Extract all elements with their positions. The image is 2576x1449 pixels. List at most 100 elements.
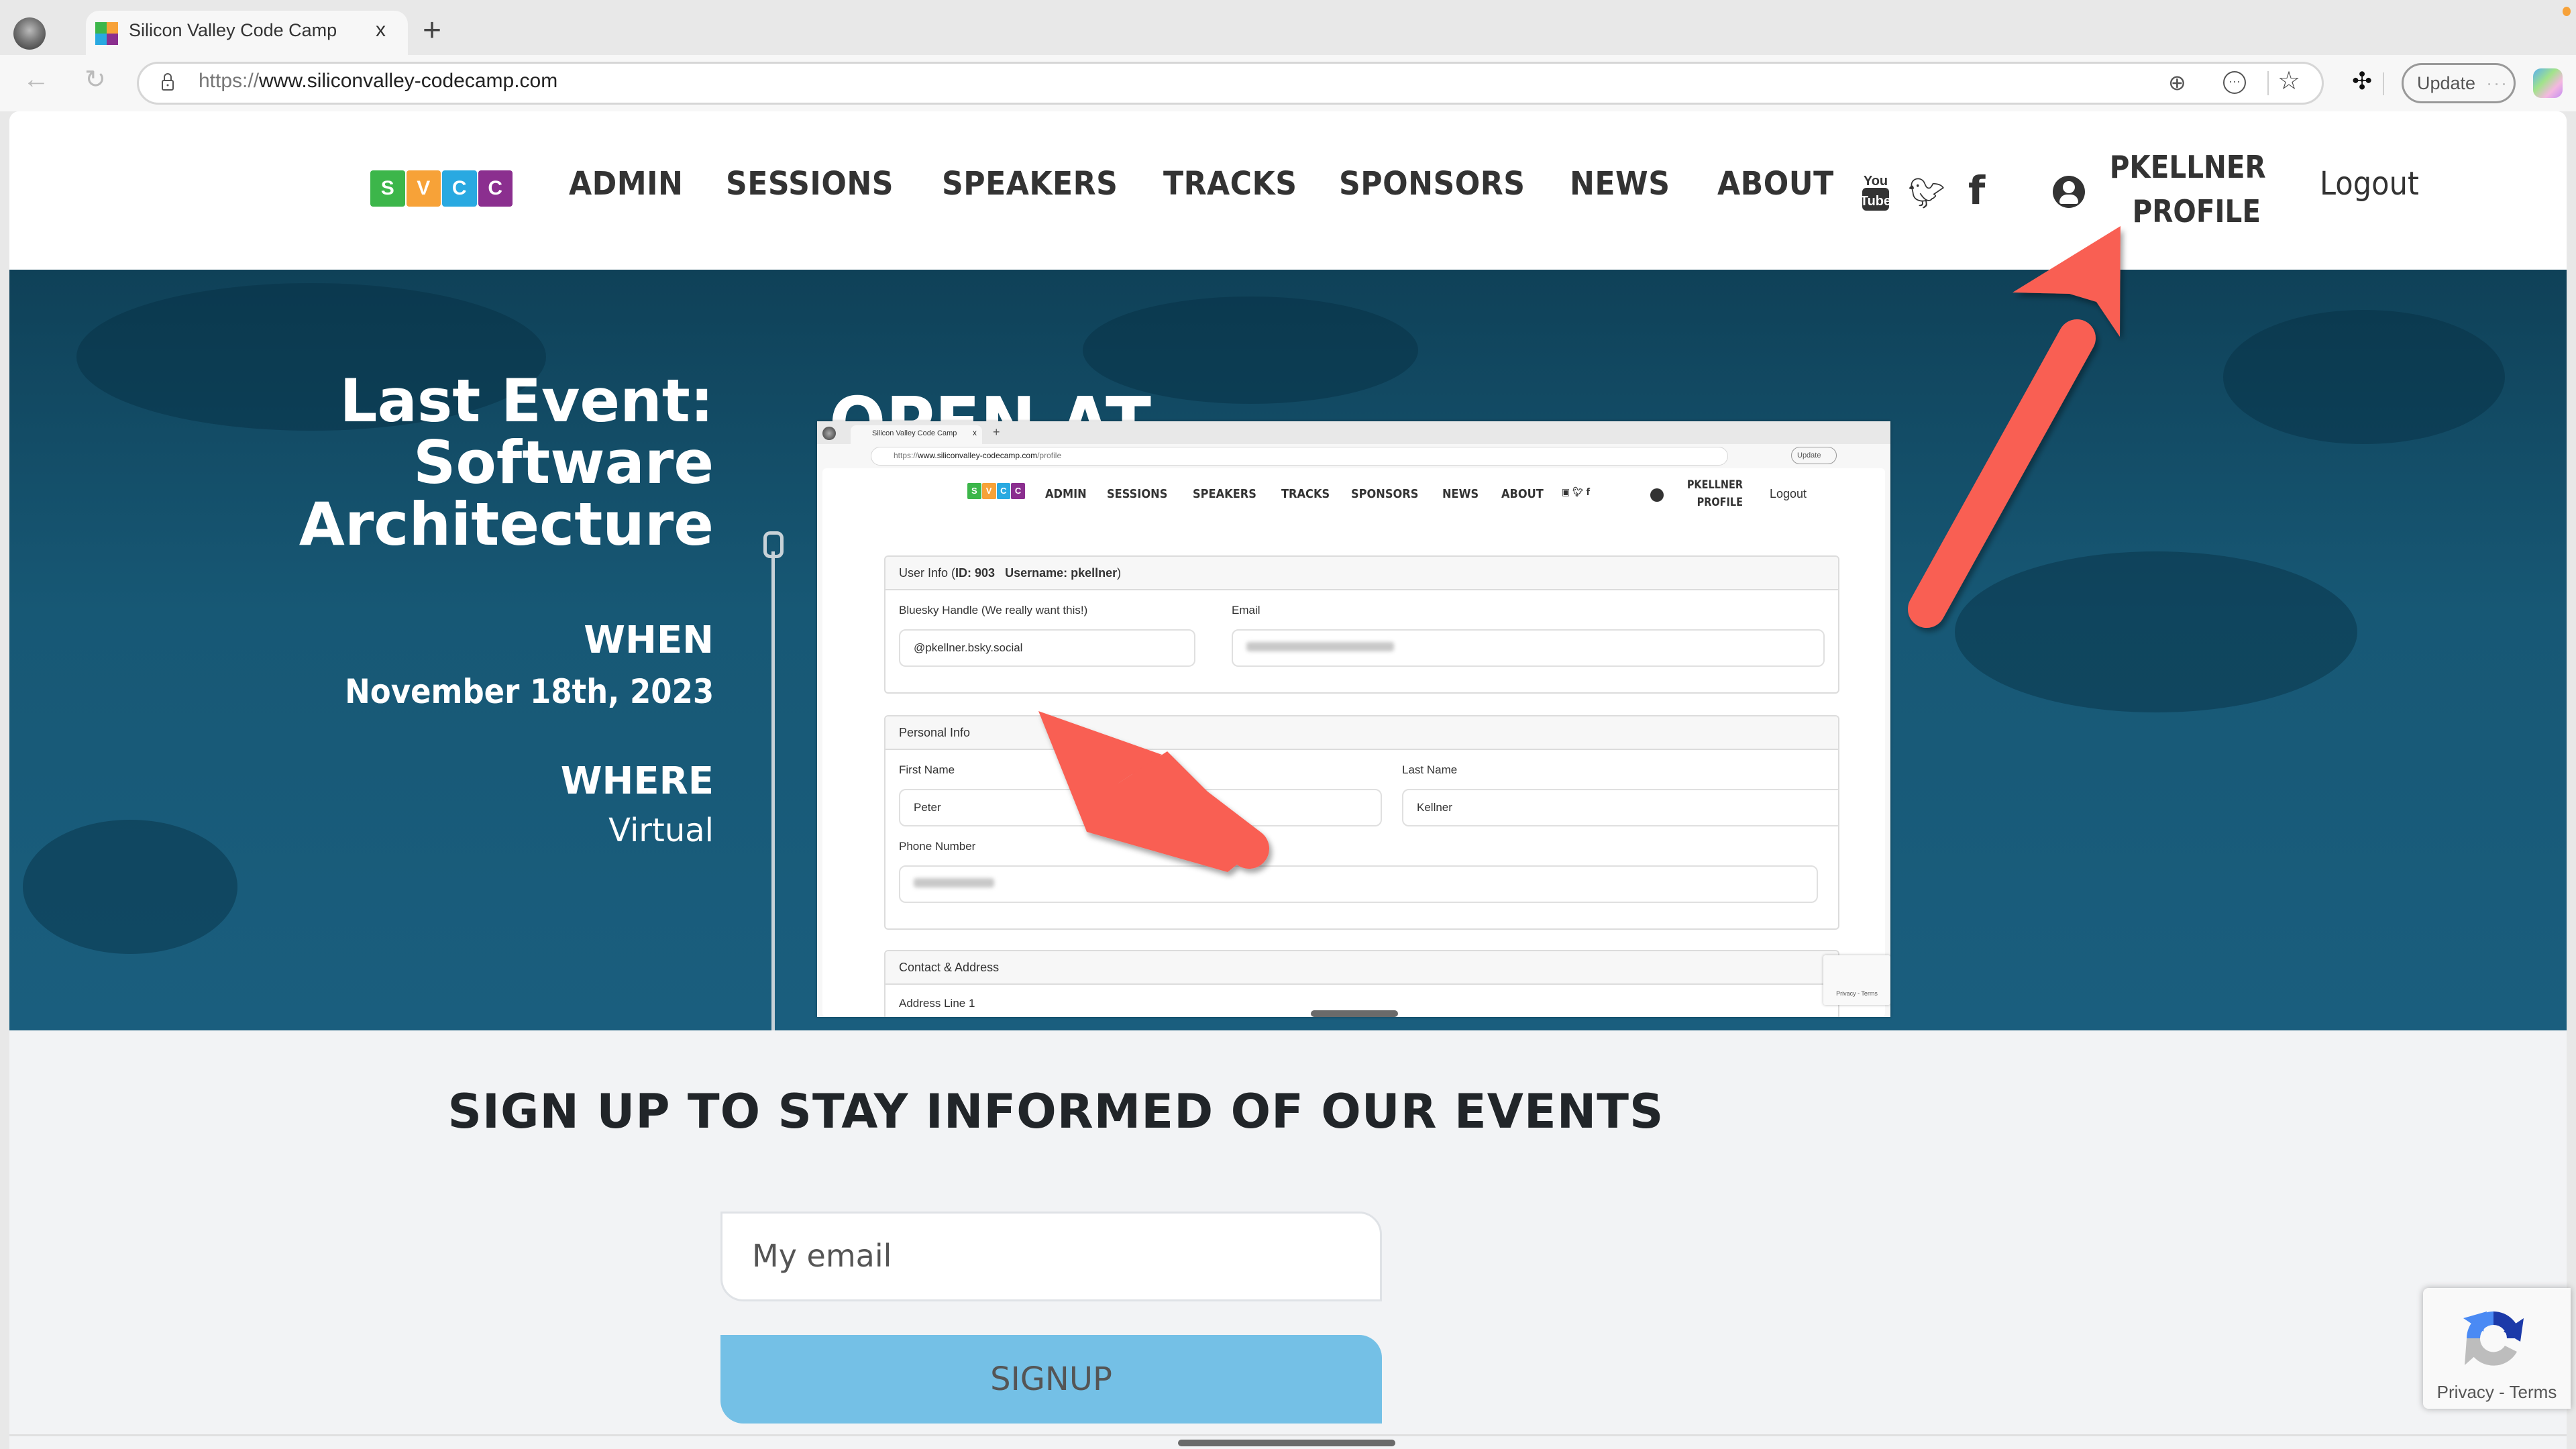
divider [2383, 72, 2384, 95]
inner-close-icon: x [973, 428, 977, 437]
inner-recaptcha-badge: Privacy - Terms [1823, 955, 1890, 1005]
when-label: WHEN [584, 619, 714, 662]
user-info-card: User Info (ID: 903 Username: pkellner) B… [884, 555, 1839, 694]
facebook-icon[interactable]: f [1968, 168, 1985, 213]
more-dots-icon: ··· [2486, 73, 2509, 93]
svg-text:You: You [1864, 174, 1888, 189]
embedded-profile-screenshot: Silicon Valley Code Camp x + https://www… [817, 421, 1890, 1017]
favorite-star-icon[interactable]: ☆ [2277, 66, 2300, 96]
header-text: User Info ( [899, 566, 956, 580]
logo-letter: C [478, 170, 513, 207]
logo-letter: C [1011, 483, 1025, 499]
url-scheme: https:// [199, 70, 260, 92]
inner-nav-admin: ADMIN [1045, 487, 1087, 501]
timeline-marker [763, 531, 784, 558]
background-photo-shape [23, 820, 237, 954]
event-line: Last Event: [339, 366, 714, 435]
signup-heading: SIGN UP TO STAY INFORMED OF OUR EVENTS [447, 1084, 1664, 1139]
logout-link[interactable]: Logout [2320, 165, 2419, 203]
user-avatar-icon[interactable] [2053, 176, 2085, 208]
personal-info-header: Personal Info [885, 716, 1838, 750]
tab-close-button[interactable]: x [376, 19, 386, 42]
email-input-blurred [1232, 629, 1825, 667]
event-line: Software [413, 428, 714, 497]
nav-sessions[interactable]: SESSIONS [726, 165, 894, 203]
divider [9, 1434, 2567, 1436]
copilot-icon[interactable] [2533, 68, 2563, 98]
background-photo-shape [1955, 551, 2357, 712]
address-line1-label: Address Line 1 [899, 997, 975, 1010]
inner-url: https://www.siliconvalley-codecamp.com/p… [894, 451, 1061, 460]
inner-avatar [822, 427, 836, 440]
youtube-icon[interactable]: You Tube [1861, 172, 1890, 212]
inner-user-icon [1650, 488, 1664, 502]
inner-profile-label: PROFILE [1697, 496, 1743, 509]
signup-button[interactable]: SIGNUP [720, 1335, 1382, 1424]
tab-title: Silicon Valley Code Camp [129, 20, 337, 40]
inner-tab-title: Silicon Valley Code Camp [872, 429, 957, 437]
inner-nav-news: NEWS [1442, 487, 1479, 501]
inner-username: PKELLNER [1686, 478, 1743, 492]
nav-speakers[interactable]: SPEAKERS [942, 165, 1118, 203]
inner-nav-sessions: SESSIONS [1107, 487, 1168, 501]
personal-info-card: Personal Info First Name Peter Last Name… [884, 715, 1839, 930]
inner-social-icons: ▣ 🐦︎ f [1562, 487, 1591, 498]
contact-header: Contact & Address [885, 951, 1838, 985]
inner-scrollbar [1311, 1010, 1398, 1017]
where-value: Virtual [608, 812, 714, 849]
username-text: PKELLNER [2109, 149, 2266, 185]
inner-nav-about: ABOUT [1501, 487, 1544, 501]
blurred-value [914, 878, 994, 888]
reload-icon[interactable]: ↻ [85, 64, 106, 95]
inner-new-tab-icon: + [993, 425, 1000, 439]
logo-letter: V [981, 483, 996, 499]
update-button[interactable]: Update ··· [2402, 63, 2516, 103]
new-tab-button[interactable]: + [423, 12, 441, 49]
divider [2267, 71, 2269, 95]
header-text: ) [1117, 566, 1122, 580]
phone-input-blurred [899, 865, 1818, 903]
page-actions-icon[interactable]: ··· [2223, 71, 2246, 94]
timeline-line [771, 551, 775, 1030]
inner-nav-sponsors: SPONSORS [1351, 487, 1419, 501]
user-id: ID: 903 [955, 566, 996, 580]
twitter-icon[interactable]: 🐦︎ [1908, 176, 1945, 211]
nav-admin[interactable]: ADMIN [569, 165, 683, 203]
lock-icon [162, 73, 174, 91]
nav-about[interactable]: ABOUT [1717, 165, 1834, 203]
svcc-logo[interactable]: S V C C [370, 170, 513, 207]
page-scrollbar[interactable] [1178, 1440, 1395, 1446]
bluesky-label: Bluesky Handle (We really want this!) [899, 604, 1088, 616]
back-arrow-icon[interactable]: ← [23, 64, 50, 95]
url-text[interactable]: https://www.siliconvalley-codecamp.com [199, 70, 557, 93]
inner-update-button: Update [1791, 447, 1837, 464]
recaptcha-badge[interactable]: Privacy - Terms [2423, 1288, 2571, 1409]
inner-nav-tracks: TRACKS [1281, 487, 1330, 501]
extensions-puzzle-icon[interactable]: ✣ [2352, 67, 2372, 95]
last-event-title: Last Event: Software Architecture [299, 370, 714, 555]
last-name-label: Last Name [1402, 763, 1458, 776]
notification-dot [2563, 7, 2571, 16]
zoom-in-icon[interactable]: ⊕ [2168, 70, 2186, 95]
user-info-header: User Info (ID: 903 Username: pkellner) [885, 557, 1838, 590]
username: Username: pkellner [1005, 566, 1118, 580]
user-profile-link[interactable]: PKELLNER PROFILE [2109, 145, 2266, 233]
browser-profile-avatar[interactable] [13, 17, 46, 50]
first-name-label: First Name [899, 763, 955, 776]
web-page: S V C C ADMIN SESSIONS SPEAKERS TRACKS S… [9, 111, 2567, 1449]
contact-card: Contact & Address Address Line 1 [884, 950, 1839, 1017]
nav-sponsors[interactable]: SPONSORS [1339, 165, 1525, 203]
background-photo-shape [2223, 310, 2505, 444]
inner-nav-speakers: SPEAKERS [1193, 487, 1256, 501]
nav-tracks[interactable]: TRACKS [1163, 165, 1297, 203]
update-label: Update [2417, 73, 2476, 93]
when-value: November 18th, 2023 [344, 672, 714, 711]
url-host: www.siliconvalley-codecamp.com [259, 70, 558, 92]
inner-url-host: www.siliconvalley-codecamp.com [918, 451, 1038, 460]
bluesky-input: @pkellner.bsky.social [899, 629, 1195, 667]
logo-letter: V [406, 170, 441, 207]
signup-email-input[interactable]: My email [720, 1212, 1382, 1301]
recaptcha-privacy-terms[interactable]: Privacy - Terms [2423, 1382, 2571, 1403]
nav-news[interactable]: NEWS [1570, 165, 1670, 203]
logo-letter: C [996, 483, 1011, 499]
